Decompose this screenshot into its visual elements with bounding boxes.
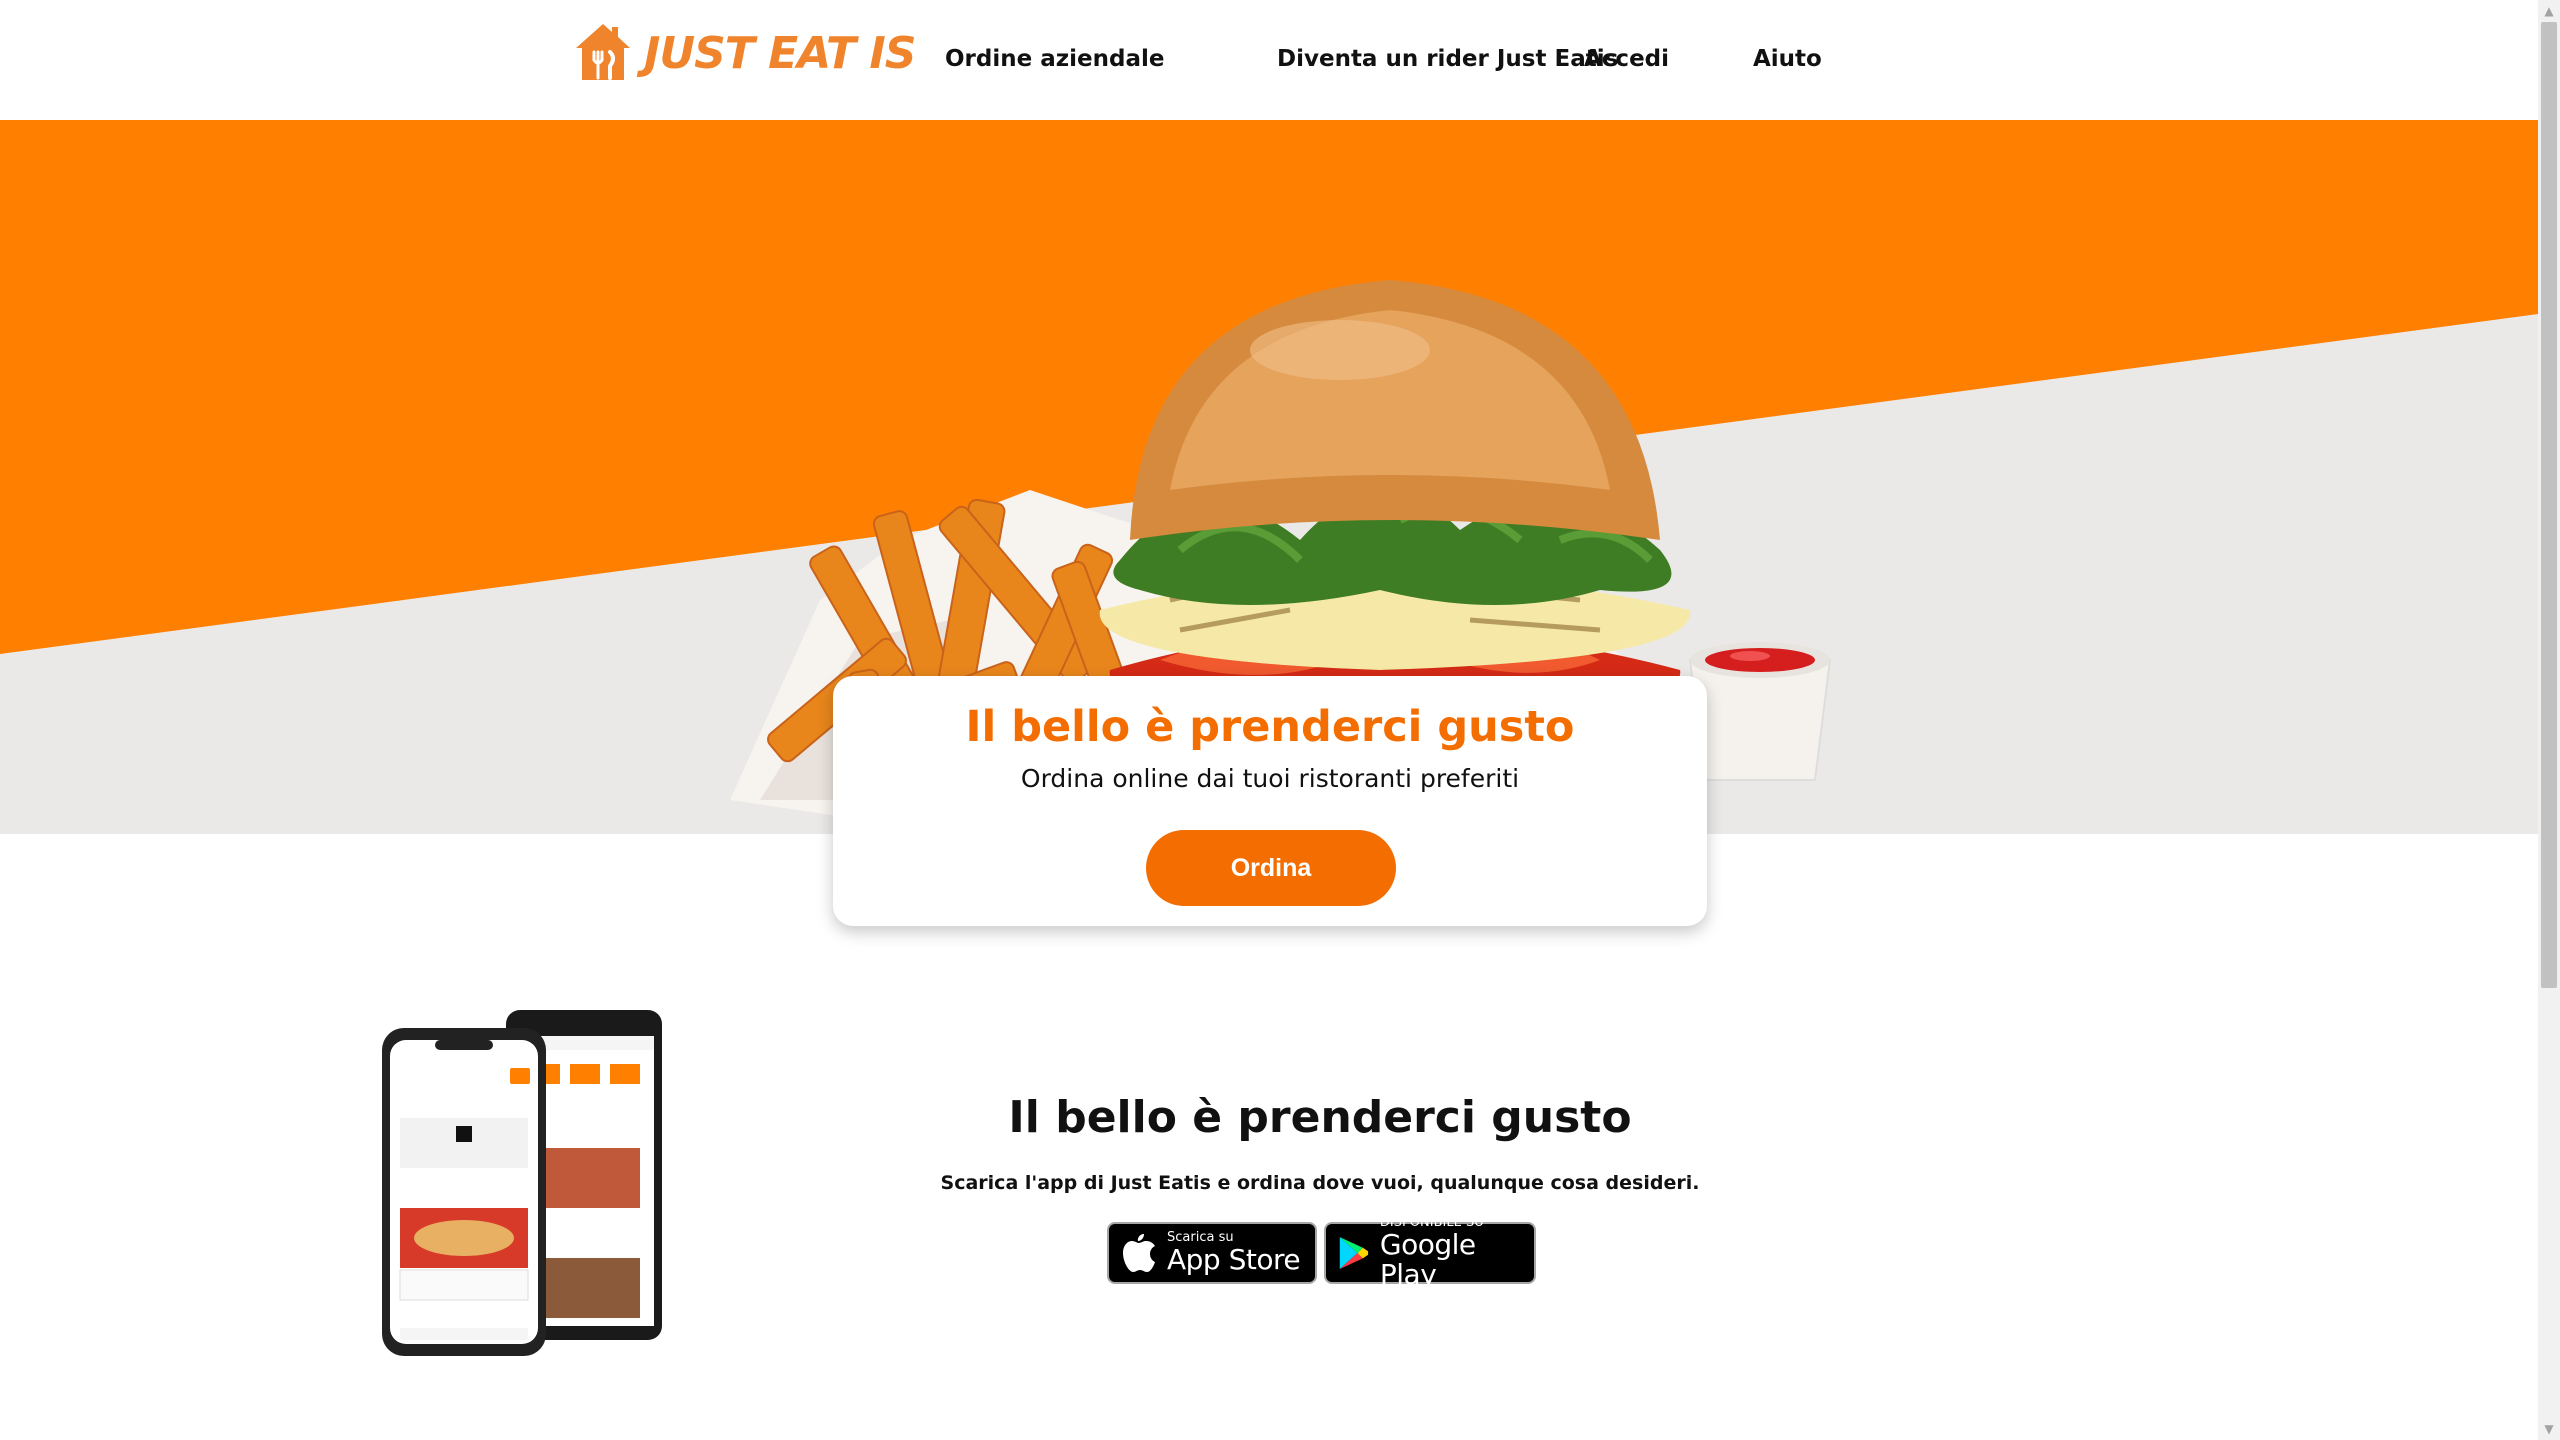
- nav-ordine-aziendale[interactable]: Ordine aziendale: [945, 46, 1164, 72]
- scroll-up-arrow-icon[interactable]: ▲: [2538, 0, 2560, 22]
- app-store-big-text: App Store: [1167, 1243, 1301, 1276]
- app-section-subtitle: Scarica l'app di Just Eatis e ordina dov…: [940, 1172, 1700, 1194]
- just-eat-logo[interactable]: JUST EAT IS: [572, 20, 916, 86]
- google-play-icon: [1339, 1237, 1369, 1269]
- nav-diventa-rider[interactable]: Diventa un rider Just Eatis: [1277, 46, 1618, 72]
- house-logo-icon: [576, 24, 630, 80]
- hero-title: Il bello è prenderci gusto: [965, 702, 1575, 752]
- nav-accedi[interactable]: Accedi: [1584, 46, 1669, 72]
- order-button[interactable]: Ordina: [1146, 830, 1396, 906]
- apple-icon: [1123, 1234, 1155, 1272]
- brand-name: JUST EAT IS: [644, 27, 916, 79]
- app-section-title: Il bello è prenderci gusto: [1008, 1092, 1632, 1143]
- hero-subtitle: Ordina online dai tuoi ristoranti prefer…: [1020, 764, 1520, 793]
- google-play-big-text: Google Play: [1379, 1228, 1476, 1291]
- page-scrollbar[interactable]: ▲ ▼: [2538, 0, 2560, 1440]
- phones-app-preview-image: [382, 1010, 662, 1356]
- nav-aiuto[interactable]: Aiuto: [1753, 46, 1822, 72]
- google-play-badge[interactable]: DISPONIBILE SU Google Play: [1324, 1216, 1536, 1290]
- scroll-down-arrow-icon[interactable]: ▼: [2538, 1418, 2560, 1440]
- scrollbar-thumb[interactable]: [2541, 22, 2557, 988]
- hero-card: Il bello è prenderci gusto Ordina online…: [833, 676, 1707, 926]
- app-store-badge[interactable]: Scarica su App Store: [1107, 1222, 1317, 1284]
- site-header: JUST EAT IS Ordine aziendale Diventa un …: [0, 0, 2538, 120]
